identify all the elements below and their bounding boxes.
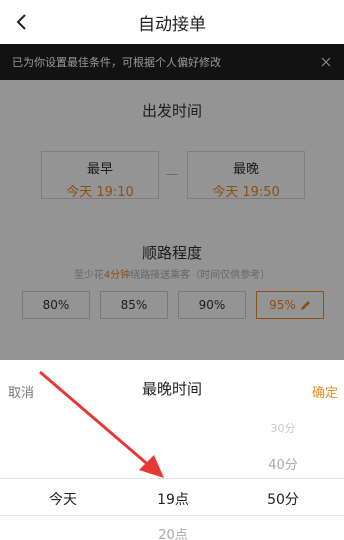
settings-content: 出发时间 最早 今天 19:10 最晚 今天 19:50 顺路程度 至少花4分钟… <box>0 80 344 360</box>
route-degree-title: 顺路程度 <box>141 244 202 262</box>
picker-minute-option[interactable]: 30分 <box>238 420 328 436</box>
pencil-icon <box>300 300 311 311</box>
notice-close-button[interactable] <box>318 54 334 70</box>
route-subtitle-highlight: 4分钟 <box>103 270 131 281</box>
close-icon <box>321 57 331 67</box>
route-option-80[interactable]: 80% <box>22 291 90 319</box>
depart-time-title: 出发时间 <box>141 102 202 120</box>
notice-bar: 已为你设置最佳条件，可根据个人偏好修改 <box>0 44 344 80</box>
earliest-label: 最早 <box>86 162 113 177</box>
earliest-value: 今天 19:10 <box>66 185 134 200</box>
route-option-85[interactable]: 85% <box>100 291 168 319</box>
picker-hour-option[interactable]: 20点 <box>128 524 218 540</box>
top-header: 自动接单 <box>0 0 344 44</box>
route-option-label: 95% <box>269 298 296 312</box>
route-option-label: 80% <box>42 298 70 312</box>
route-subtitle-prefix: 至少花 <box>73 270 104 281</box>
route-option-90[interactable]: 90% <box>178 291 246 319</box>
chevron-left-icon <box>16 14 26 30</box>
picker-hour-selected[interactable]: 19点 <box>128 489 218 509</box>
notice-text: 已为你设置最佳条件，可根据个人偏好修改 <box>12 56 221 69</box>
latest-time-box[interactable]: 最晚 今天 19:50 <box>187 151 305 200</box>
earliest-time-box[interactable]: 最早 今天 19:10 <box>41 151 159 200</box>
picker-minute-selected[interactable]: 50分 <box>238 489 328 509</box>
picker-title: 最晚时间 <box>141 380 202 398</box>
time-separator <box>166 174 178 175</box>
route-option-label: 85% <box>120 298 148 312</box>
picker-minute-option[interactable]: 40分 <box>238 454 328 473</box>
page-title: 自动接单 <box>138 14 206 35</box>
route-option-label: 90% <box>198 298 226 312</box>
latest-value: 今天 19:50 <box>212 185 280 200</box>
picker-day-selected[interactable]: 今天 <box>18 489 108 509</box>
time-picker-sheet: 取消 最晚时间 确定 今天 19点 20点 30分 40分 50分 <box>0 360 344 540</box>
confirm-button[interactable]: 确定 <box>312 382 338 401</box>
route-subtitle: 至少花4分钟绕路接送乘客（时间仅供参考） <box>0 266 344 281</box>
back-button[interactable] <box>10 10 34 34</box>
route-option-95[interactable]: 95% <box>256 291 324 319</box>
route-subtitle-suffix: 绕路接送乘客（时间仅供参考） <box>130 270 271 281</box>
latest-label: 最晚 <box>232 162 259 177</box>
